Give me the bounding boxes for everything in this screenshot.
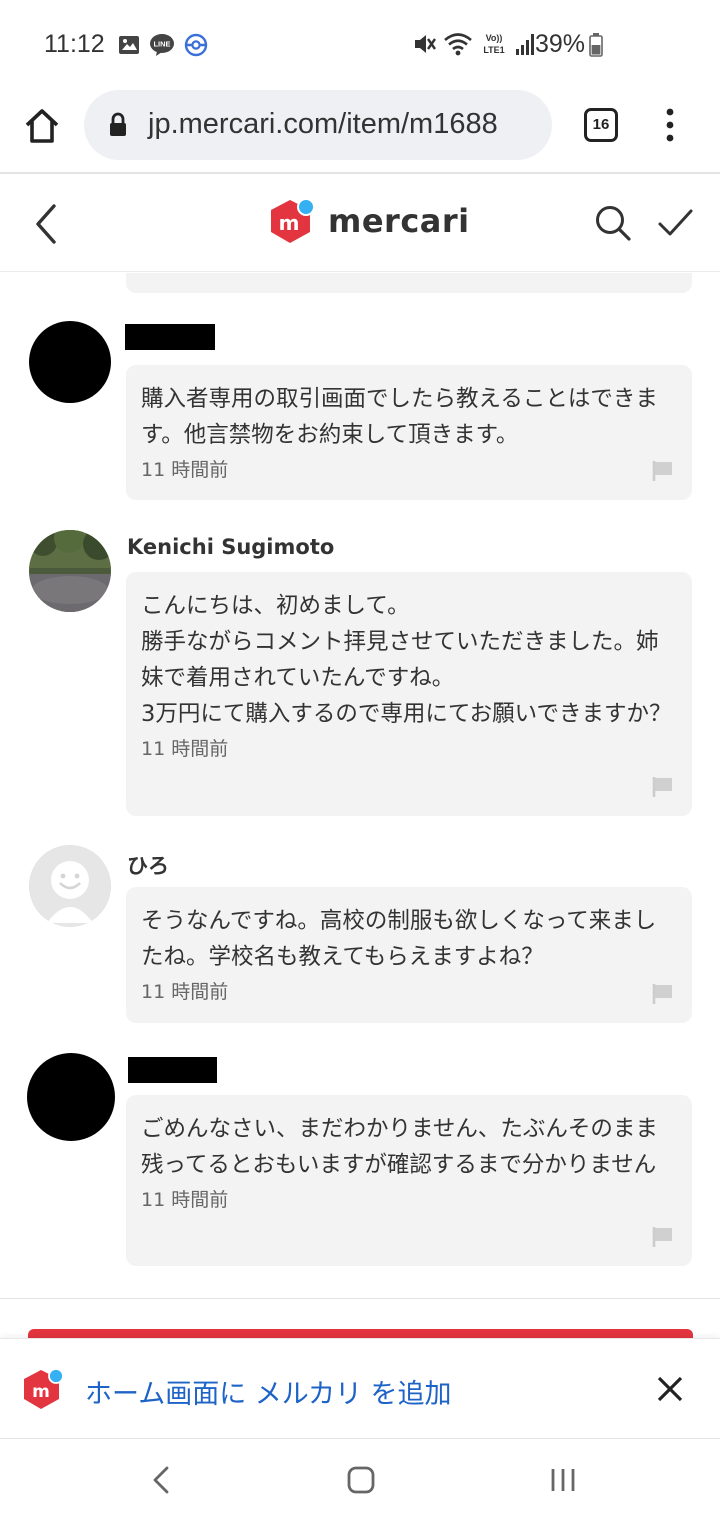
redacted-username	[128, 1057, 217, 1083]
pokemon-go-icon	[184, 33, 208, 57]
report-flag-icon[interactable]	[652, 776, 674, 798]
avatar[interactable]	[27, 1053, 115, 1141]
report-flag-icon[interactable]	[652, 1226, 674, 1248]
mute-icon	[415, 35, 436, 53]
url-bar[interactable]: jp.mercari.com/item/m1688	[84, 90, 552, 160]
battery-percent: 39%	[535, 30, 586, 58]
comment-bubble: 購入者専用の取引画面でしたら教えることはできます。他言禁物をお約束して頂きます。…	[126, 365, 692, 500]
redacted-username	[125, 324, 215, 350]
svg-text:LTE1: LTE1	[483, 45, 504, 55]
comment-list: 購入者専用の取引画面でしたら教えることはできます。他言禁物をお約束して頂きます。…	[0, 273, 720, 1298]
back-icon[interactable]	[150, 1465, 172, 1495]
avatar[interactable]	[29, 321, 111, 403]
comment-bubble: こんにちは、初めまして。 勝手ながらコメント拝見させていただきました。姉妹で着用…	[126, 572, 692, 816]
avatar-photo[interactable]	[29, 530, 111, 612]
recent-apps-icon[interactable]	[548, 1466, 578, 1494]
comment-bubble: そうなんですね。高校の制服も欲しくなって来ましたね。学校名も教えてもらえますよね…	[126, 887, 692, 1023]
comment-text: 購入者専用の取引画面でしたら教えることはできます。他言禁物をお約束して頂きます。	[141, 386, 658, 448]
line-app-icon: LINE	[150, 34, 174, 56]
comment-bubble: ごめんなさい、まだわかりません、たぶんそのまま残ってるとおもいますが確認するまで…	[126, 1095, 692, 1266]
close-icon[interactable]	[656, 1375, 684, 1403]
divider	[0, 1298, 720, 1299]
previous-comment-bubble	[126, 273, 692, 293]
report-flag-icon[interactable]	[652, 460, 674, 482]
mercari-logo-icon: m	[271, 198, 315, 243]
svg-text:m: m	[32, 1382, 50, 1402]
comment-text: こんにちは、初めまして。 勝手ながらコメント拝見させていただきました。姉妹で着用…	[141, 593, 672, 727]
add-to-home-banner[interactable]: m ホーム画面に メルカリ を追加	[0, 1338, 720, 1438]
gallery-icon	[119, 36, 139, 54]
svg-text:Vo)): Vo))	[486, 33, 503, 43]
comment-text: ごめんなさい、まだわかりません、たぶんそのまま残ってるとおもいますが確認するまで…	[141, 1116, 658, 1178]
comment-time: 11 時間前	[141, 459, 229, 481]
lock-icon	[110, 112, 126, 136]
volte-lte-icon: Vo)) LTE1	[483, 33, 504, 55]
mercari-logo[interactable]: m mercari	[268, 196, 470, 246]
status-bar: 11:12 LINE Vo)) LTE1 39%	[0, 0, 720, 88]
system-nav-bar	[0, 1438, 720, 1520]
tab-switcher-button[interactable]: 16	[584, 108, 618, 142]
wifi-icon	[444, 33, 472, 56]
status-time: 11:12	[44, 30, 105, 58]
checklist-icon[interactable]	[654, 202, 696, 244]
svg-text:m: m	[279, 211, 300, 235]
more-menu-icon[interactable]	[660, 106, 680, 146]
avatar-default[interactable]	[29, 845, 111, 927]
app-header: m mercari	[0, 176, 720, 272]
svg-text:LINE: LINE	[153, 40, 170, 49]
report-flag-icon[interactable]	[652, 983, 674, 1005]
back-arrow-icon[interactable]	[28, 200, 64, 248]
comment-time: 11 時間前	[141, 1189, 229, 1211]
comment-time: 11 時間前	[141, 738, 229, 760]
search-icon[interactable]	[592, 202, 634, 244]
mercari-logo-text: mercari	[328, 202, 470, 240]
comment-text: そうなんですね。高校の制服も欲しくなって来ましたね。学校名も教えてもらえますよね…	[141, 908, 657, 970]
mercari-app-icon: m	[24, 1368, 64, 1409]
comment-username[interactable]: ひろ	[127, 850, 169, 880]
browser-toolbar: jp.mercari.com/item/m1688 16	[0, 88, 720, 174]
browser-home-icon[interactable]	[22, 106, 62, 146]
home-icon[interactable]	[346, 1465, 376, 1495]
comment-username[interactable]: Kenichi Sugimoto	[127, 535, 334, 559]
add-to-home-text[interactable]: ホーム画面に メルカリ を追加	[85, 1372, 452, 1411]
url-text: jp.mercari.com/item/m1688	[148, 108, 498, 140]
signal-icon	[516, 34, 534, 55]
comment-time: 11 時間前	[141, 981, 229, 1003]
battery-icon	[589, 33, 603, 57]
